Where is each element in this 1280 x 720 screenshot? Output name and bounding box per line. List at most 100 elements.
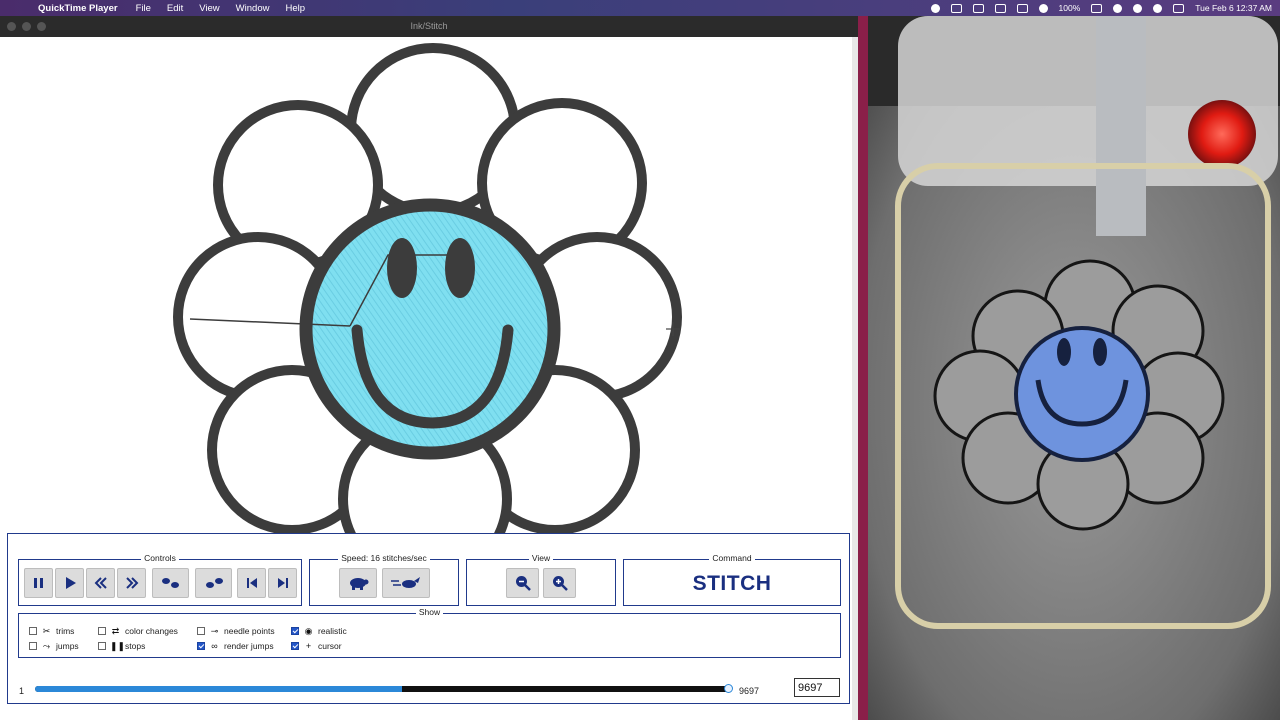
battery-percent: 100% (1058, 3, 1081, 13)
slower-button[interactable] (339, 568, 377, 598)
render-jumps-label: render jumps (224, 641, 274, 651)
battery-icon[interactable] (1091, 3, 1103, 13)
show-color-changes-option[interactable]: ⇄ color changes (98, 625, 178, 637)
window-title: Ink/Stitch (410, 21, 448, 31)
trims-label: trims (56, 626, 75, 636)
command-title: Command (709, 553, 755, 563)
skip-to-start-button[interactable] (237, 568, 266, 598)
show-render-jumps-option[interactable]: ∞ render jumps (197, 640, 274, 652)
show-needle-points-option[interactable]: ⊸ needle points (197, 625, 275, 637)
eye-icon: ◉ (304, 625, 313, 636)
slider-max-label: 9697 (739, 686, 760, 696)
stitch-number-input[interactable] (794, 678, 840, 697)
skip-to-end-icon (277, 578, 288, 588)
skip-to-end-button[interactable] (268, 568, 297, 598)
menu-bar: QuickTime Player File Edit View Window H… (0, 0, 1280, 16)
moon-icon[interactable] (1038, 3, 1048, 13)
stops-checkbox[interactable] (98, 642, 106, 650)
pause-icon (33, 578, 43, 588)
faster-hare-icon (391, 577, 420, 588)
zoom-in-icon (552, 576, 568, 591)
fast-forward-icon (125, 577, 138, 589)
stitch-slider-thumb[interactable] (724, 684, 733, 693)
needle-point-icon: ⊸ (210, 625, 219, 636)
menu-help[interactable]: Help (285, 3, 305, 14)
stitch-slider-track[interactable] (35, 686, 728, 692)
menu-edit[interactable]: Edit (167, 3, 183, 14)
show-stops-option[interactable]: ❚❚ stops (98, 640, 145, 652)
command-value: STITCH (692, 572, 772, 595)
stops-label: stops (125, 641, 146, 651)
swap-icon: ⇄ (111, 625, 120, 636)
play-icon (65, 577, 76, 589)
controls-group: Controls (18, 553, 302, 606)
volume-icon[interactable] (994, 3, 1006, 13)
step-back-icon (161, 578, 179, 588)
flower-design (173, 43, 682, 547)
zoom-out-button[interactable] (506, 568, 539, 598)
zoom-in-button[interactable] (543, 568, 576, 598)
cursor-checkbox[interactable] (291, 642, 299, 650)
skip-to-start-icon (246, 578, 257, 588)
jump-icon: ⤳ (42, 640, 51, 651)
stitch-preview-canvas[interactable] (0, 37, 858, 547)
rewind-icon (94, 577, 107, 589)
stitch-slider-fill (35, 686, 403, 692)
right-eye (445, 238, 475, 298)
wifi-icon[interactable] (1113, 3, 1123, 13)
status-light-icon (1188, 100, 1256, 168)
menu-window[interactable]: Window (236, 3, 270, 14)
crosshair-icon: + (305, 641, 312, 651)
show-group: Show ✂ trims ⤳ jumps ⇄ color changes ❚❚ … (18, 607, 841, 658)
fast-forward-button[interactable] (117, 568, 146, 598)
realistic-checkbox[interactable] (291, 627, 299, 635)
smiley-face (299, 198, 561, 460)
play-button[interactable] (55, 568, 84, 598)
show-trims-option[interactable]: ✂ trims (29, 625, 74, 637)
clock-icon[interactable] (1153, 3, 1163, 13)
app-status-icon[interactable] (950, 3, 962, 13)
view-group: View (466, 553, 616, 606)
trims-checkbox[interactable] (29, 627, 37, 635)
slider-min-label: 1 (19, 686, 25, 696)
color-changes-label: color changes (125, 626, 178, 636)
speed-group: Speed: 16 stitches/sec (309, 553, 459, 606)
menu-datetime: Tue Feb 6 12:37 AM (1195, 3, 1272, 13)
show-title: Show (415, 607, 444, 617)
needle-points-checkbox[interactable] (197, 627, 205, 635)
menu-view[interactable]: View (199, 3, 219, 14)
zoom-out-icon (515, 576, 531, 591)
menu-file[interactable]: File (136, 3, 151, 14)
display-icon[interactable] (1016, 3, 1028, 13)
minimize-window-button[interactable] (22, 22, 31, 31)
close-window-button[interactable] (7, 22, 16, 31)
color-changes-checkbox[interactable] (98, 627, 106, 635)
menu-app-name[interactable]: QuickTime Player (38, 3, 118, 14)
render-jumps-checkbox[interactable] (197, 642, 205, 650)
jumps-checkbox[interactable] (29, 642, 37, 650)
slower-turtle-icon (350, 578, 369, 590)
pause-button[interactable] (24, 568, 53, 598)
step-back-button[interactable] (152, 568, 189, 598)
rewind-button[interactable] (86, 568, 115, 598)
speed-title: Speed: 16 stitches/sec (338, 553, 430, 563)
script-icon[interactable] (972, 3, 984, 13)
command-group: Command STITCH (623, 553, 841, 606)
control-center-icon[interactable] (1173, 3, 1185, 13)
show-cursor-option[interactable]: + cursor (291, 640, 342, 652)
zoom-window-button[interactable] (37, 22, 46, 31)
embroidered-smiley (1014, 326, 1150, 462)
search-icon[interactable] (1133, 3, 1143, 13)
step-forward-button[interactable] (195, 568, 232, 598)
faster-button[interactable] (382, 568, 430, 598)
show-realistic-option[interactable]: ◉ realistic (291, 625, 347, 637)
needle-points-label: needle points (224, 626, 275, 636)
realistic-label: realistic (318, 626, 347, 636)
cursor-label: cursor (318, 641, 342, 651)
left-eye (387, 238, 417, 298)
step-forward-icon (205, 578, 223, 588)
record-icon[interactable] (930, 3, 940, 13)
show-jumps-option[interactable]: ⤳ jumps (29, 640, 79, 652)
embroidery-video (868, 16, 1280, 720)
stop-icon: ❚❚ (110, 640, 126, 651)
